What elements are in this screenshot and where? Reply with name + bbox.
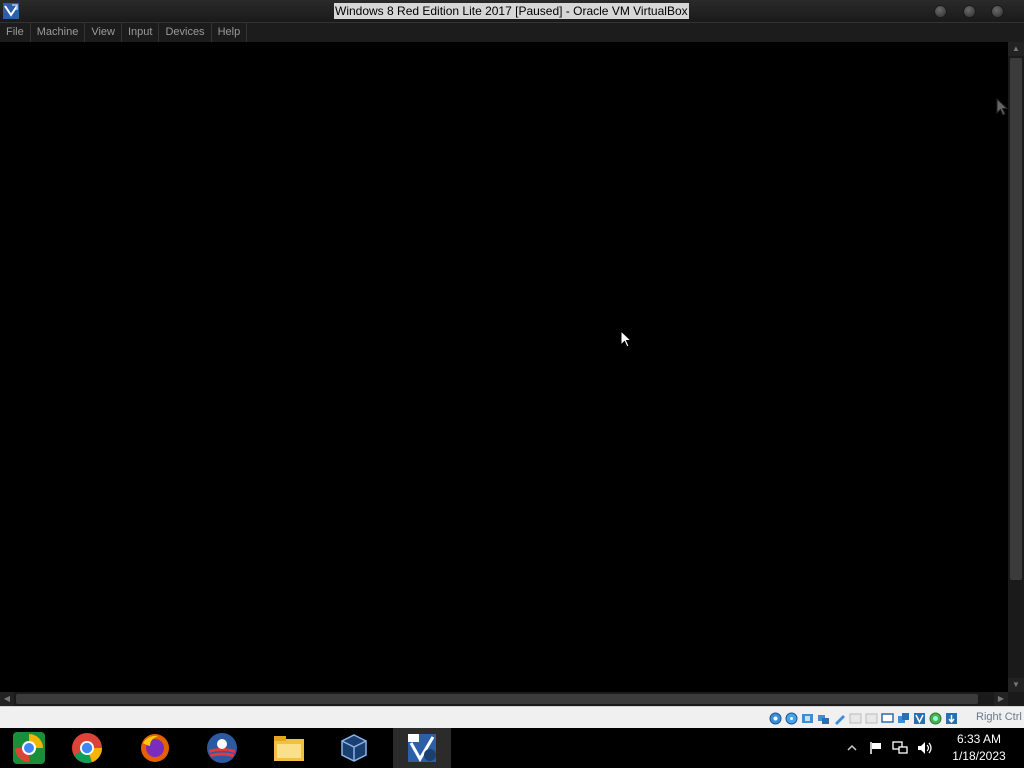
chrome-canary-icon[interactable]	[0, 728, 58, 768]
menu-help[interactable]: Help	[212, 23, 248, 42]
vertical-scrollbar[interactable]: ▲ ▼	[1008, 42, 1024, 692]
scroll-left-arrow-icon[interactable]: ◀	[0, 692, 14, 706]
optical-drive-icon[interactable]	[784, 711, 799, 725]
status-icons	[768, 711, 959, 725]
cpu-virtualization-icon[interactable]	[912, 711, 927, 725]
horizontal-scroll-thumb[interactable]	[16, 694, 978, 704]
minimize-button[interactable]	[934, 5, 947, 18]
shared-folders-icon[interactable]	[848, 711, 863, 725]
title-bar: Windows 8 Red Edition Lite 2017 [Paused]…	[0, 0, 1024, 22]
windows-8-vm-icon[interactable]	[393, 728, 451, 768]
mouse-integration-icon[interactable]	[928, 711, 943, 725]
show-hidden-icons-chevron[interactable]	[844, 741, 860, 755]
usb-icon[interactable]	[832, 711, 847, 725]
firefox-icon[interactable]	[126, 728, 184, 768]
keyboard-capture-icon[interactable]	[944, 711, 959, 725]
vm-display[interactable]	[0, 42, 1008, 692]
paused-cursor-icon	[996, 98, 1008, 116]
menu-devices[interactable]: Devices	[159, 23, 212, 42]
window-title: Windows 8 Red Edition Lite 2017 [Paused]…	[334, 3, 689, 19]
guest-additions-icon[interactable]	[896, 711, 911, 725]
video-capture-icon[interactable]	[880, 711, 895, 725]
menu-machine[interactable]: Machine	[31, 23, 86, 42]
action-center-flag-icon[interactable]	[868, 741, 884, 755]
chrome-icon[interactable]	[58, 728, 116, 768]
menu-input[interactable]: Input	[122, 23, 160, 42]
display-icon[interactable]	[864, 711, 879, 725]
scroll-up-arrow-icon[interactable]: ▲	[1008, 42, 1024, 56]
status-bar: Right Ctrl	[0, 706, 1024, 729]
menu-bar: File Machine View Input Devices Help	[0, 22, 1024, 43]
menu-view[interactable]: View	[85, 23, 122, 42]
taskbar: 6:33 AM 1/18/2023	[0, 728, 1024, 768]
network-icon[interactable]	[816, 711, 831, 725]
obama-logo-icon[interactable]	[193, 728, 251, 768]
vertical-scroll-thumb[interactable]	[1010, 58, 1022, 580]
mouse-cursor-icon	[620, 330, 632, 348]
scroll-right-arrow-icon[interactable]: ▶	[994, 692, 1008, 706]
scroll-corner	[1008, 692, 1024, 706]
system-clock[interactable]: 6:33 AM 1/18/2023	[944, 731, 1014, 765]
close-button[interactable]	[991, 5, 1004, 18]
maximize-button[interactable]	[963, 5, 976, 18]
audio-icon[interactable]	[800, 711, 815, 725]
network-icon[interactable]	[892, 741, 908, 755]
clock-date: 1/18/2023	[952, 749, 1006, 763]
host-key-label: Right Ctrl	[976, 711, 1022, 723]
scroll-down-arrow-icon[interactable]: ▼	[1008, 678, 1024, 692]
horizontal-scrollbar[interactable]: ◀ ▶	[0, 692, 1008, 706]
hard-disk-icon[interactable]	[768, 711, 783, 725]
volume-icon[interactable]	[917, 741, 933, 755]
file-explorer-icon[interactable]	[260, 728, 318, 768]
menu-file[interactable]: File	[0, 23, 31, 42]
virtualbox-app-icon[interactable]	[2, 2, 20, 20]
virtualbox-icon[interactable]	[325, 728, 383, 768]
clock-time: 6:33 AM	[956, 732, 1002, 746]
